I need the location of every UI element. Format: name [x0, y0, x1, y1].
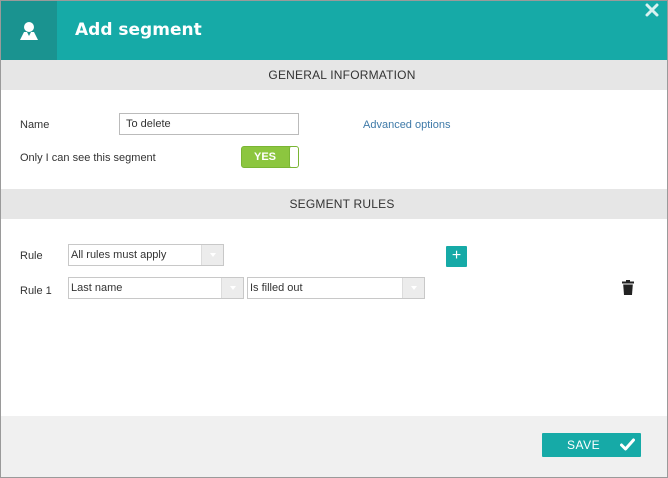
dialog-header: Add segment [1, 1, 667, 61]
add-rule-button[interactable]: + [446, 246, 467, 267]
save-label: SAVE [567, 438, 601, 452]
trash-icon[interactable] [622, 280, 634, 295]
rule-1-field-select[interactable]: Last name [68, 277, 244, 299]
segment-rules-bar: Segment Rules [1, 189, 667, 219]
visibility-label: Only I can see this segment [20, 152, 156, 164]
name-label: Name [20, 119, 50, 131]
add-segment-dialog: Add segment General Information Name Adv… [0, 0, 668, 478]
rule-1-field-value: Last name [71, 282, 123, 294]
name-field[interactable] [119, 113, 299, 135]
rule-mode-select[interactable]: All rules must apply [68, 244, 224, 266]
visibility-toggle[interactable]: YES [241, 146, 299, 168]
rule-mode-value: All rules must apply [71, 249, 167, 261]
segment-rules-heading: Segment Rules [289, 197, 395, 211]
general-information-heading: General Information [268, 68, 416, 82]
dialog-title: Add segment [75, 20, 202, 40]
toggle-state-label: YES [253, 151, 276, 163]
chevron-down-icon [221, 278, 243, 298]
chevron-down-icon [201, 245, 223, 265]
check-icon [620, 438, 635, 456]
rule-1-label: Rule 1 [20, 285, 52, 297]
general-information-bar: General Information [1, 60, 667, 90]
rule-label: Rule [20, 250, 43, 262]
user-icon [20, 22, 38, 40]
plus-icon: + [451, 247, 462, 264]
rule-1-condition-select[interactable]: Is filled out [247, 277, 425, 299]
chevron-down-icon [402, 278, 424, 298]
header-icon-box [1, 1, 57, 61]
toggle-knob [289, 147, 298, 167]
rule-1-condition-value: Is filled out [250, 282, 303, 294]
advanced-options-link[interactable]: Advanced options [363, 119, 450, 131]
close-icon[interactable] [645, 3, 661, 19]
save-button[interactable]: SAVE [542, 433, 641, 457]
